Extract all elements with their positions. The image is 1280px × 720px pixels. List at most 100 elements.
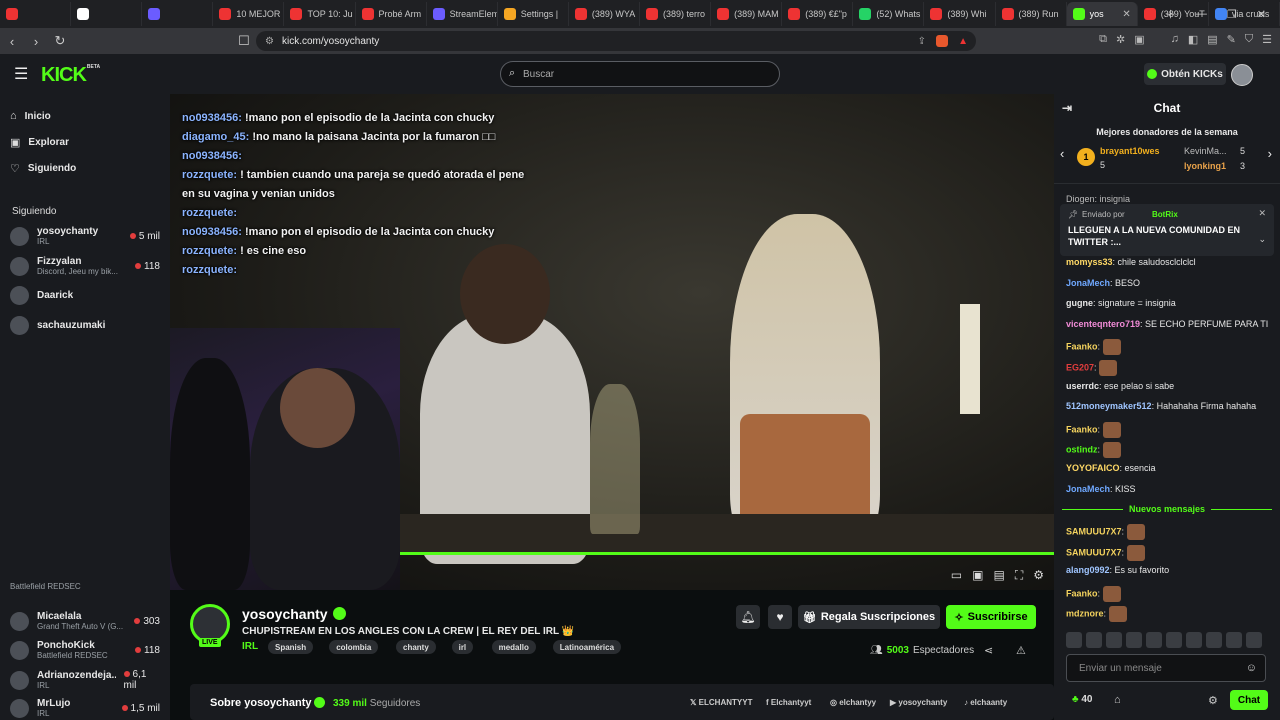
stream-tag[interactable]: medallo bbox=[491, 640, 536, 654]
emote-icon[interactable] bbox=[1226, 632, 1242, 648]
sidebar-channel[interactable]: MrLujo IRL 1,5 mil bbox=[10, 698, 160, 718]
social-link[interactable]: ◎ elchantyy bbox=[830, 698, 876, 707]
social-link[interactable]: ▶ yosoychanty bbox=[890, 698, 947, 707]
emote-icon[interactable] bbox=[1066, 632, 1082, 648]
browser-tab[interactable] bbox=[71, 2, 143, 26]
sidebar-channel[interactable]: yosoychanty IRL 5 mil bbox=[10, 226, 160, 246]
emote-icon[interactable] bbox=[1246, 632, 1262, 648]
site-info-icon[interactable]: ⚙ bbox=[265, 36, 274, 47]
browser-tab[interactable]: (389) WYA bbox=[569, 2, 640, 26]
chat-username[interactable]: momyss33 bbox=[1066, 257, 1113, 267]
get-kicks-button[interactable]: Obtén KICKs bbox=[1144, 63, 1226, 85]
browser-tab[interactable]: (389) terro bbox=[640, 2, 712, 26]
chat-username[interactable]: Faanko bbox=[1066, 424, 1098, 434]
reload-icon[interactable]: ↻ bbox=[48, 33, 72, 49]
bookmark-icon[interactable]: ☐ bbox=[232, 33, 256, 49]
brave-shield-icon[interactable] bbox=[936, 35, 948, 47]
brave-rewards-icon[interactable]: ▲ bbox=[958, 36, 968, 47]
theater-mode-icon[interactable]: ▤ bbox=[993, 568, 1004, 583]
chat-username[interactable]: ostindz bbox=[1066, 445, 1098, 455]
chat-username[interactable]: gugne bbox=[1066, 298, 1093, 308]
kick-logo[interactable]: KICKBETA bbox=[41, 64, 100, 87]
stream-category[interactable]: IRL bbox=[242, 641, 258, 652]
browser-tab[interactable] bbox=[0, 2, 72, 26]
emote-icon[interactable] bbox=[1126, 632, 1142, 648]
chevron-left-icon[interactable]: ‹ bbox=[1060, 146, 1064, 161]
translate-icon[interactable]: ⧉ bbox=[1099, 33, 1107, 46]
chat-username[interactable]: EG207 bbox=[1066, 362, 1094, 372]
chat-username[interactable]: alang0992 bbox=[1066, 565, 1110, 575]
chat-username[interactable]: vicenteqntero719 bbox=[1066, 319, 1140, 329]
chat-username[interactable]: JonaMech bbox=[1066, 484, 1110, 494]
puzzle-icon[interactable]: ✲ bbox=[1116, 33, 1125, 46]
stream-tag[interactable]: irl bbox=[451, 640, 474, 654]
chat-username[interactable]: SAMUUU7X7 bbox=[1066, 547, 1122, 557]
sidebar-channel[interactable]: Battlefield REDSEC bbox=[10, 582, 160, 591]
emote-icon[interactable] bbox=[1146, 632, 1162, 648]
url-field[interactable]: ⚙ kick.com/yosoychanty ⇪ ▲ bbox=[256, 31, 976, 51]
channel-name[interactable]: yosoychanty bbox=[242, 606, 328, 622]
chevron-right-icon[interactable]: › bbox=[1268, 146, 1272, 161]
emote-icon[interactable] bbox=[1106, 632, 1122, 648]
browser-tab[interactable] bbox=[142, 2, 214, 26]
chat-username[interactable]: YOYOFAICO bbox=[1066, 463, 1120, 473]
sidebar-channel[interactable]: Adrianozendeja... IRL 6,1 mil bbox=[10, 669, 160, 691]
chat-username[interactable]: userrdc bbox=[1066, 381, 1099, 391]
sidebar-channel[interactable]: Daarick bbox=[10, 286, 160, 305]
sidebar-nav-item[interactable]: ⌂ Inicio bbox=[10, 110, 160, 122]
search-input[interactable]: ⌕ Buscar bbox=[500, 61, 780, 87]
browser-tab[interactable]: 10 MEJOR bbox=[213, 2, 285, 26]
fullscreen-icon[interactable]: ⛶ bbox=[1015, 568, 1023, 583]
pinned-message[interactable]: 📌︎ Enviado por BotRix LLEGUEN A LA NUEVA… bbox=[1060, 204, 1274, 256]
hamburger-menu-icon[interactable]: ☰ bbox=[14, 64, 28, 84]
share-icon[interactable]: ⇪ bbox=[918, 36, 926, 47]
chat-username[interactable]: SAMUUU7X7 bbox=[1066, 526, 1122, 536]
back-icon[interactable]: ‹ bbox=[0, 34, 24, 49]
browser-tab[interactable]: (389) €£"p bbox=[782, 2, 854, 26]
chat-username[interactable]: mdznore bbox=[1066, 609, 1104, 619]
close-tab-icon[interactable]: ✕ bbox=[1122, 9, 1130, 20]
minimize-icon[interactable]: — bbox=[1196, 8, 1207, 20]
stream-tag[interactable]: chanty bbox=[396, 640, 436, 654]
emote-icon[interactable] bbox=[1186, 632, 1202, 648]
emote-icon[interactable] bbox=[1086, 632, 1102, 648]
collapse-chat-icon[interactable]: ⇥ bbox=[1062, 101, 1072, 115]
sidebar-nav-item[interactable]: ▣ Explorar bbox=[10, 136, 160, 149]
music-icon[interactable]: ♫ bbox=[1171, 33, 1179, 46]
send-chat-button[interactable]: Chat bbox=[1230, 690, 1268, 710]
user-avatar[interactable] bbox=[1231, 64, 1253, 86]
sidebar-icon[interactable]: ◧ bbox=[1188, 33, 1198, 46]
chat-message-input[interactable]: Enviar un mensaje ☺ bbox=[1066, 654, 1266, 682]
new-tab-icon[interactable]: ＋ bbox=[1165, 6, 1176, 22]
social-link[interactable]: ♪ elchaanty bbox=[964, 698, 1007, 707]
sidebar-channel[interactable]: sachauzumaki bbox=[10, 316, 160, 335]
social-link[interactable]: 𝕏 ELCHANTYYT bbox=[690, 698, 752, 707]
screenshot-icon[interactable]: ▣ bbox=[1134, 33, 1144, 46]
leo-icon[interactable]: ✎ bbox=[1227, 33, 1236, 46]
emote-icon[interactable] bbox=[1206, 632, 1222, 648]
sidebar-channel[interactable]: Micaelala Grand Theft Auto V (G... 303 bbox=[10, 611, 160, 631]
sidebar-channel[interactable]: Fizzyalan Discord, Jeeu my bik... 118 bbox=[10, 256, 160, 276]
browser-tab[interactable]: Probé Arm bbox=[356, 2, 427, 26]
restore-icon[interactable]: ❐ bbox=[1227, 8, 1237, 21]
wallet-icon[interactable]: ▤ bbox=[1207, 33, 1217, 46]
sidebar-channel[interactable]: PonchoKick Battlefield REDSEC 118 bbox=[10, 640, 160, 660]
miniplayer-icon[interactable]: ▭ bbox=[951, 568, 962, 583]
browser-tab[interactable]: (389) Whi bbox=[924, 2, 996, 26]
stream-tag[interactable]: Spanish bbox=[268, 640, 314, 654]
browser-tab[interactable]: yos ✕ bbox=[1066, 2, 1138, 26]
settings-gear-icon[interactable]: ⚙ bbox=[1033, 568, 1044, 583]
notification-bell-button[interactable]: 🔔︎ bbox=[736, 605, 760, 629]
channel-points[interactable]: ♣ 40 bbox=[1072, 694, 1092, 705]
sidebar-nav-item[interactable]: ♡ Siguiendo bbox=[10, 162, 160, 175]
chevron-down-icon[interactable]: ⌄ bbox=[1258, 234, 1266, 245]
donor-name[interactable]: KevinMa... bbox=[1184, 146, 1227, 156]
chat-username[interactable]: Faanko bbox=[1066, 342, 1098, 352]
browser-tab[interactable]: StreamElem bbox=[427, 2, 498, 26]
stream-tag[interactable]: Latinoamérica bbox=[552, 640, 622, 654]
unpin-icon[interactable]: ✕ bbox=[1258, 208, 1266, 219]
forward-icon[interactable]: › bbox=[24, 34, 48, 49]
subscribe-button[interactable]: ✧ Suscribirse bbox=[946, 605, 1036, 629]
video-player[interactable]: ▭ ▣ ▤ ⛶ ⚙ no0938456: !mano pon el episod… bbox=[170, 94, 1054, 590]
report-warning-icon[interactable]: ⚠ bbox=[1016, 644, 1026, 657]
